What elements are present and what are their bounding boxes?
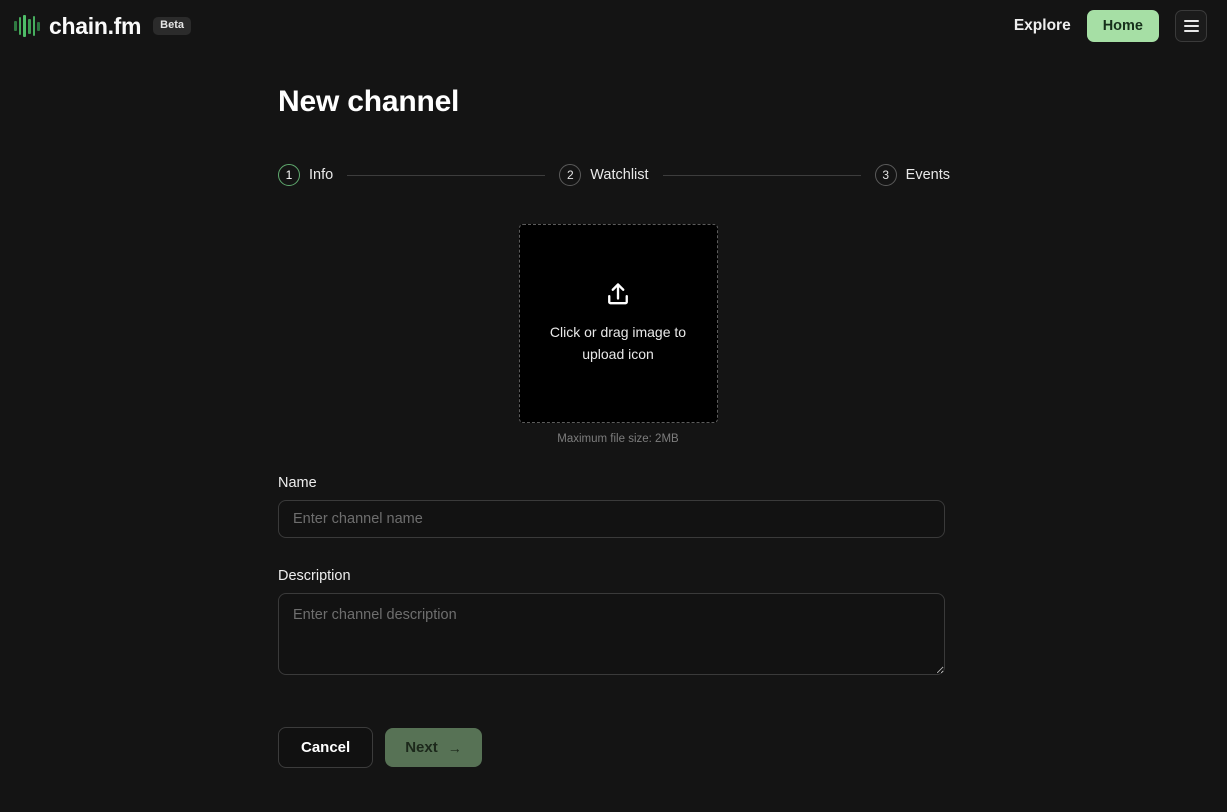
max-file-size-note: Maximum file size: 2MB	[557, 433, 678, 445]
arrow-right-icon: →	[448, 741, 462, 755]
description-field-group: Description	[278, 568, 945, 680]
stepper: 1 Info 2 Watchlist 3 Events	[278, 164, 950, 186]
icon-upload-section: Click or drag image to upload icon Maxim…	[278, 224, 958, 445]
step-label: Events	[906, 167, 950, 183]
next-button[interactable]: Next →	[385, 728, 482, 767]
next-button-label: Next	[405, 739, 438, 756]
stepper-step-events[interactable]: 3 Events	[875, 164, 950, 186]
description-label: Description	[278, 568, 945, 584]
form-actions: Cancel Next →	[278, 727, 958, 768]
name-field-group: Name	[278, 475, 945, 538]
page-title: New channel	[278, 85, 958, 119]
name-label: Name	[278, 475, 945, 491]
stepper-connector	[347, 175, 545, 176]
stepper-step-info[interactable]: 1 Info	[278, 164, 333, 186]
stepper-connector	[663, 175, 861, 176]
brand-logo[interactable]: chain.fm Beta	[14, 13, 191, 40]
step-number: 3	[875, 164, 897, 186]
header-nav: Explore Home	[1014, 10, 1207, 42]
channel-description-textarea[interactable]	[278, 593, 945, 675]
upload-arrow-icon	[604, 281, 632, 314]
app-header: chain.fm Beta Explore Home	[0, 0, 1227, 52]
home-button[interactable]: Home	[1087, 10, 1159, 42]
step-number: 1	[278, 164, 300, 186]
nav-link-explore[interactable]: Explore	[1014, 17, 1071, 35]
channel-name-input[interactable]	[278, 500, 945, 538]
channel-form: Name Description	[278, 475, 945, 680]
cancel-button[interactable]: Cancel	[278, 727, 373, 768]
sound-bars-icon	[14, 15, 40, 37]
beta-badge: Beta	[153, 17, 191, 35]
hamburger-menu-icon[interactable]	[1175, 10, 1207, 42]
brand-name: chain.fm	[49, 13, 141, 40]
stepper-step-watchlist[interactable]: 2 Watchlist	[559, 164, 648, 186]
main-content: New channel 1 Info 2 Watchlist 3 Events	[278, 52, 958, 768]
image-dropzone[interactable]: Click or drag image to upload icon	[519, 224, 718, 423]
step-label: Info	[309, 167, 333, 183]
dropzone-prompt: Click or drag image to upload icon	[548, 322, 688, 365]
step-label: Watchlist	[590, 167, 648, 183]
step-number: 2	[559, 164, 581, 186]
